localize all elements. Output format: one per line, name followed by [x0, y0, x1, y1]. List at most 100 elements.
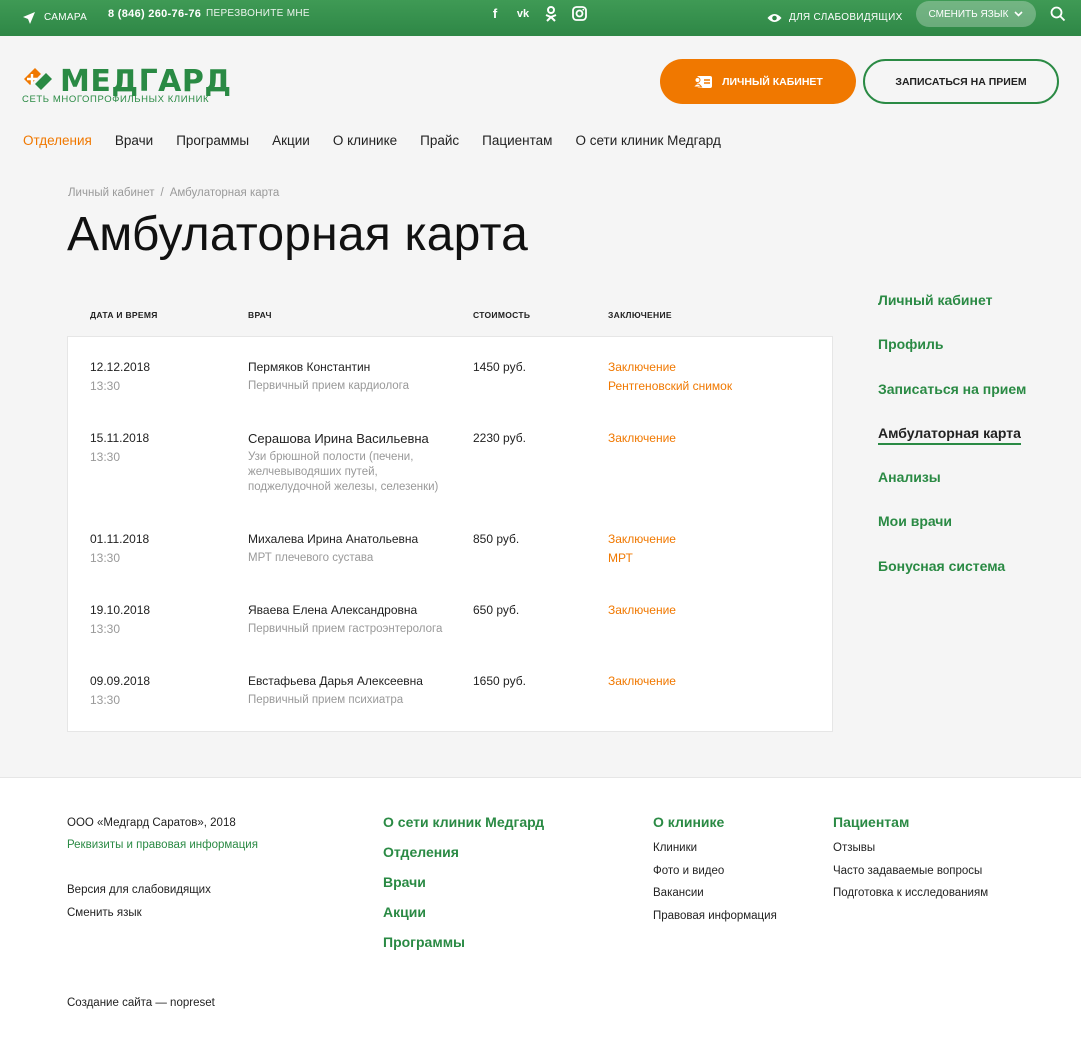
column-header-doctor: ВРАЧ — [248, 310, 272, 320]
change-language-label: СМЕНИТЬ ЯЗЫК — [928, 8, 1009, 20]
id-card-icon — [693, 75, 713, 88]
footer-requisites-link[interactable]: Реквизиты и правовая информация — [67, 839, 258, 851]
doctor-name: Яваева Елена Александровна — [248, 603, 418, 617]
location-arrow-icon — [23, 12, 35, 24]
nav-item-about-network[interactable]: О сети клиник Медгард — [575, 133, 720, 148]
odnoklassniki-icon[interactable] — [543, 5, 559, 22]
footer-link-legal[interactable]: Правовая информация — [653, 910, 777, 933]
nav-item-promotions[interactable]: Акции — [272, 133, 310, 148]
footer-link-reviews[interactable]: Отзывы — [833, 842, 988, 865]
doctor-name: Евстафьева Дарья Алексеевна — [248, 674, 423, 688]
doctor-name: Пермяков Константин — [248, 360, 371, 374]
footer-link-network[interactable]: О сети клиник Медгард — [383, 814, 544, 844]
facebook-icon[interactable]: f — [487, 5, 503, 22]
footer: ООО «Медгард Саратов», 2018 Реквизиты и … — [0, 777, 1081, 1040]
page-title: Амбулаторная карта — [67, 208, 529, 261]
instagram-icon[interactable] — [571, 5, 587, 22]
visit-date: 12.12.2018 — [90, 360, 151, 374]
xray-link[interactable]: Рентгеновский снимок — [608, 377, 732, 396]
nav-item-prices[interactable]: Прайс — [420, 133, 459, 148]
doctor-name: Михалева Ирина Анатольевна — [248, 532, 419, 546]
nav-item-about-clinic[interactable]: О клинике — [333, 133, 397, 148]
social-links: f vk — [487, 5, 587, 22]
footer-link-vacancies[interactable]: Вакансии — [653, 887, 777, 910]
personal-cabinet-button[interactable]: ЛИЧНЫЙ КАБИНЕТ — [660, 59, 856, 104]
records-table: 12.12.2018 13:30 Пермяков Константин Пер… — [67, 336, 833, 732]
personal-cabinet-label: ЛИЧНЫЙ КАБИНЕТ — [722, 75, 823, 88]
sidemenu-item-cabinet[interactable]: Личный кабинет — [878, 292, 1026, 336]
footer-link-photo-video[interactable]: Фото и видео — [653, 865, 777, 888]
breadcrumb-separator: / — [160, 187, 164, 199]
service-description: МРТ плечевого сустава — [248, 552, 374, 564]
breadcrumb-current: Амбулаторная карта — [169, 187, 280, 199]
conclusion-link[interactable]: Заключение — [608, 358, 732, 377]
conclusion-link[interactable]: Заключение — [608, 672, 676, 691]
callback-link[interactable]: ПЕРЕЗВОНИТЕ МНЕ — [206, 0, 310, 36]
footer-link-doctors[interactable]: Врачи — [383, 874, 544, 904]
sidemenu-item-medical-card[interactable]: Амбулаторная карта — [878, 424, 1026, 469]
visit-date: 15.11.2018 — [90, 431, 150, 445]
visit-cost: 1650 руб. — [473, 674, 526, 688]
conclusion-link[interactable]: Заключение — [608, 429, 676, 448]
footer-link-preparation[interactable]: Подготовка к исследованиям — [833, 887, 988, 910]
city-selector[interactable]: САМАРА — [22, 0, 87, 36]
search-icon[interactable] — [1050, 6, 1066, 22]
logo-tagline: СЕТЬ МНОГОПРОФИЛЬНЫХ КЛИНИК — [22, 94, 210, 105]
sidemenu-item-my-doctors[interactable]: Мои врачи — [878, 513, 1026, 557]
nav-item-patients[interactable]: Пациентам — [482, 133, 552, 148]
top-bar: САМАРА 8 (846) 260-76-76 ПЕРЕЗВОНИТЕ МНЕ… — [0, 0, 1081, 36]
footer-link-faq[interactable]: Часто задаваемые вопросы — [833, 865, 988, 888]
footer-patients-column: Пациентам Отзывы Часто задаваемые вопрос… — [833, 814, 988, 910]
visit-date: 09.09.2018 — [90, 674, 151, 688]
city-label: САМАРА — [44, 12, 88, 23]
logo[interactable]: МЕДГАРД СЕТЬ МНОГОПРОФИЛЬНЫХ КЛИНИК — [22, 64, 231, 108]
phone-link[interactable]: 8 (846) 260-76-76 — [108, 0, 201, 36]
footer-about-column: О клинике Клиники Фото и видео Вакансии … — [653, 814, 777, 932]
footer-link-promotions[interactable]: Акции — [383, 904, 544, 934]
visit-date: 19.10.2018 — [90, 603, 151, 617]
footer-low-vision-link[interactable]: Версия для слабовидящих — [67, 884, 211, 896]
column-header-date: ДАТА И ВРЕМЯ — [90, 310, 158, 320]
breadcrumb-cabinet-link[interactable]: Личный кабинет — [68, 187, 155, 199]
doctor-name: Серашова Ирина Васильевна — [248, 431, 429, 446]
change-language-button[interactable]: СМЕНИТЬ ЯЗЫК — [916, 1, 1036, 27]
column-header-cost: СТОИМОСТЬ — [473, 310, 531, 320]
sidemenu-item-appointment[interactable]: Записаться на прием — [878, 381, 1026, 425]
cabinet-side-menu: Личный кабинет Профиль Записаться на при… — [878, 292, 1026, 602]
footer-link-departments[interactable]: Отделения — [383, 844, 544, 874]
footer-main-links: О сети клиник Медгард Отделения Врачи Ак… — [383, 814, 544, 964]
visit-time: 13:30 — [90, 450, 121, 464]
book-appointment-button[interactable]: ЗАПИСАТЬСЯ НА ПРИЕМ — [863, 59, 1059, 104]
main-nav: Отделения Врачи Программы Акции О клиник… — [23, 133, 744, 148]
breadcrumb: Личный кабинет / Амбулаторная карта — [68, 187, 279, 199]
service-description: Первичный прием кардиолога — [248, 380, 410, 392]
footer-link-programs[interactable]: Программы — [383, 934, 544, 964]
footer-change-language-link[interactable]: Сменить язык — [67, 907, 142, 919]
visit-cost: 650 руб. — [473, 603, 520, 617]
footer-link-clinics[interactable]: Клиники — [653, 842, 777, 865]
footer-made-by-link[interactable]: Создание сайта — nopreset — [67, 997, 215, 1009]
mri-link[interactable]: МРТ — [608, 549, 676, 568]
logo-mark-icon — [24, 68, 52, 90]
low-vision-label: ДЛЯ СЛАБОВИДЯЩИХ — [789, 12, 903, 23]
footer-patients-heading[interactable]: Пациентам — [833, 814, 988, 842]
nav-item-doctors[interactable]: Врачи — [115, 133, 153, 148]
visit-date: 01.11.2018 — [90, 532, 150, 546]
conclusion-link[interactable]: Заключение — [608, 601, 676, 620]
low-vision-link[interactable]: ДЛЯ СЛАБОВИДЯЩИХ — [767, 0, 903, 36]
visit-time: 13:30 — [90, 551, 121, 565]
nav-item-programs[interactable]: Программы — [176, 133, 249, 148]
chevron-down-icon — [1014, 11, 1024, 17]
service-description: Первичный прием гастроэнтеролога — [248, 623, 443, 635]
conclusion-link[interactable]: Заключение — [608, 530, 676, 549]
nav-item-departments[interactable]: Отделения — [23, 133, 92, 148]
visit-cost: 2230 руб. — [473, 431, 526, 445]
sidemenu-item-bonus[interactable]: Бонусная система — [878, 558, 1026, 602]
visit-cost: 850 руб. — [473, 532, 520, 546]
sidemenu-item-profile[interactable]: Профиль — [878, 336, 1026, 380]
service-description: Первичный прием психиатра — [248, 694, 404, 706]
footer-about-heading[interactable]: О клинике — [653, 814, 777, 842]
vk-icon[interactable]: vk — [515, 5, 531, 22]
sidemenu-item-analyses[interactable]: Анализы — [878, 469, 1026, 513]
header: МЕДГАРД СЕТЬ МНОГОПРОФИЛЬНЫХ КЛИНИК ЛИЧН… — [0, 36, 1081, 178]
